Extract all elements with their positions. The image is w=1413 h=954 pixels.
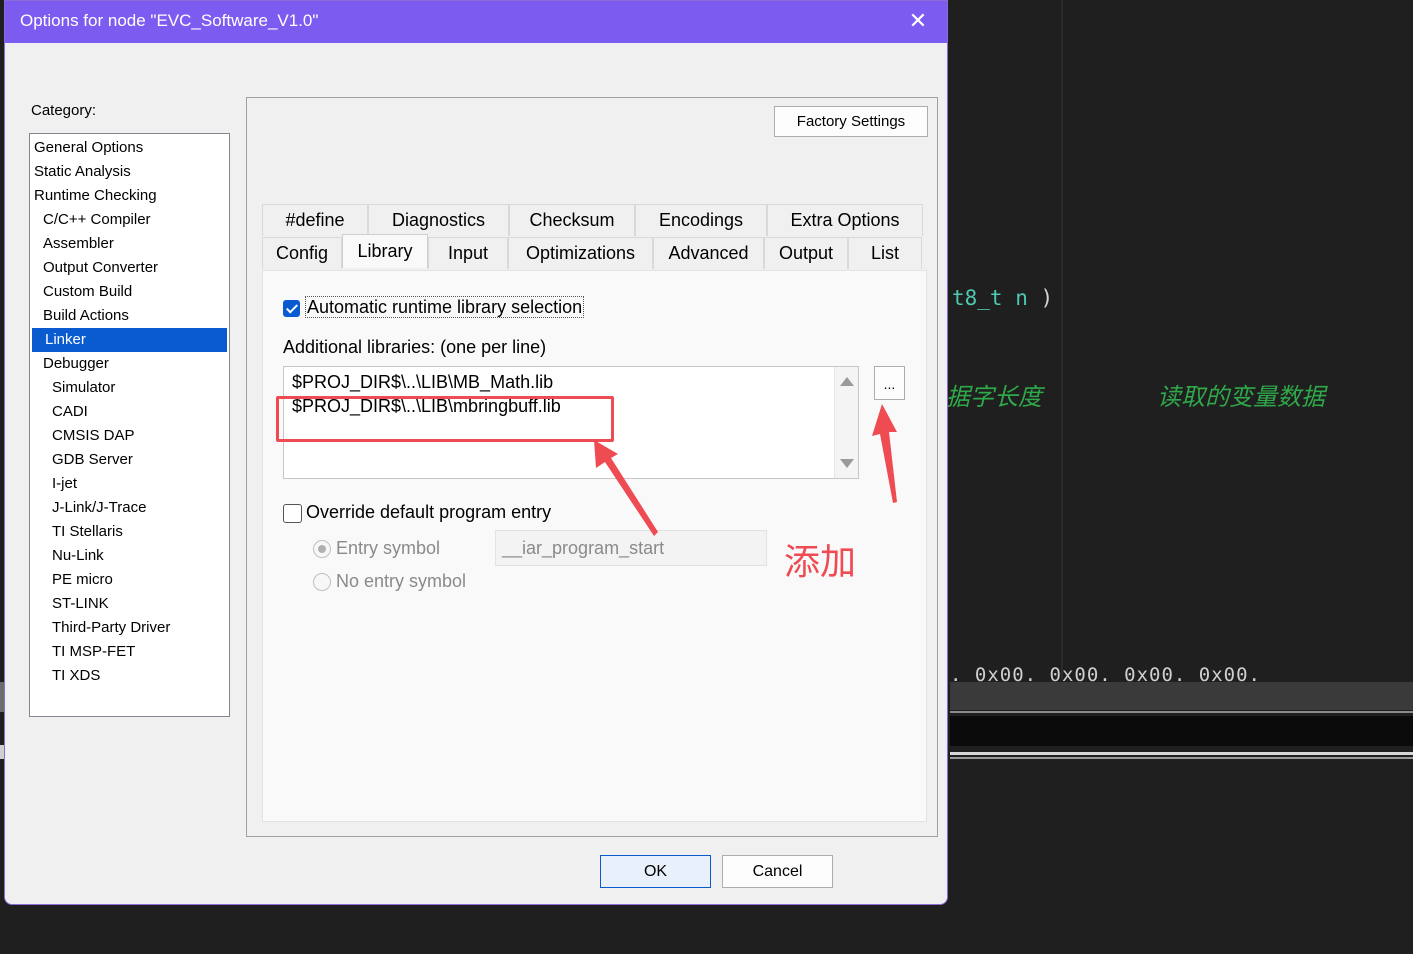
annotation-arrow-icon	[872, 404, 897, 503]
annotation-arrows	[594, 404, 897, 536]
annotation-arrow-icon	[594, 440, 658, 536]
